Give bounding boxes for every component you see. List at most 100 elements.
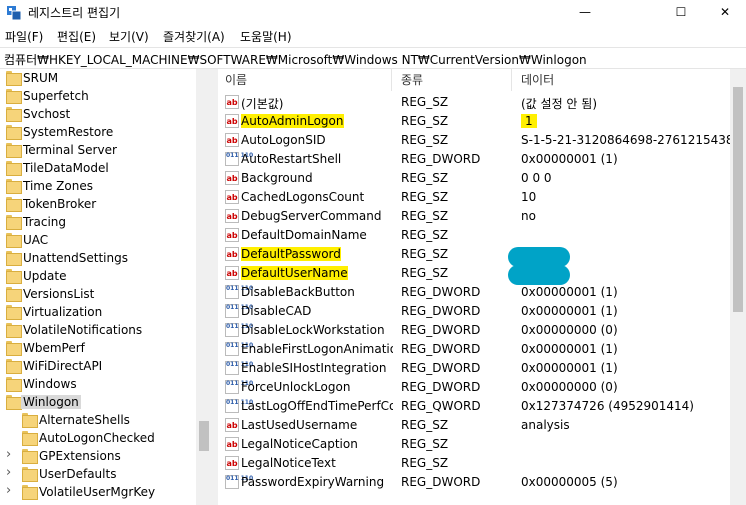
value-data: 0x127374726 (4952901414) <box>521 399 694 413</box>
value-type: REG_DWORD <box>401 361 481 375</box>
tree-item[interactable]: Tracing <box>0 213 196 231</box>
tree-item[interactable]: VolatileNotifications <box>0 321 196 339</box>
tree-child-item[interactable]: › GPExtensions <box>0 447 196 465</box>
folder-icon <box>6 71 22 86</box>
tree-item[interactable]: Windows <box>0 375 196 393</box>
value-row[interactable]: 011 110 ForceUnlockLogon REG_DWORD 0x000000… <box>219 378 746 397</box>
string-value-icon: ab <box>225 171 239 185</box>
values-scrollbar-thumb[interactable] <box>733 87 743 312</box>
tree-item[interactable]: Winlogon <box>0 393 196 411</box>
tree-item-label: Winlogon <box>21 395 81 409</box>
value-row[interactable]: ab LegalNoticeCaption REG_SZ <box>219 435 746 454</box>
value-type: REG_SZ <box>401 114 449 128</box>
tree-child-item[interactable]: AutoLogonChecked <box>0 429 196 447</box>
value-row[interactable]: ab AutoLogonSID REG_SZ S-1-5-21-3120864698-… <box>219 131 746 150</box>
address-bar[interactable]: 컴퓨터₩HKEY_LOCAL_MACHINE₩SOFTWARE₩Microsof… <box>0 47 746 69</box>
minimize-button[interactable]: — <box>562 0 608 24</box>
window-title: 레지스트리 편집기 <box>28 6 121 20</box>
tree-item[interactable]: Time Zones <box>0 177 196 195</box>
value-row[interactable]: ab DefaultDomainName REG_SZ <box>219 226 746 245</box>
tree-item[interactable]: Virtualization <box>0 303 196 321</box>
value-type: REG_SZ <box>401 247 449 261</box>
menu-edit[interactable]: 편집(E) <box>57 28 96 45</box>
menu-favorites[interactable]: 즐겨찾기(A) <box>163 28 225 45</box>
tree-item[interactable]: UAC <box>0 231 196 249</box>
menu-view[interactable]: 보기(V) <box>109 28 149 45</box>
expand-chevron-icon[interactable]: › <box>6 465 11 480</box>
expand-chevron-icon[interactable]: › <box>6 447 11 462</box>
value-row[interactable]: 011 110 DisableBackButton REG_DWORD 0x00000… <box>219 283 746 302</box>
value-row[interactable]: ab DebugServerCommand REG_SZ no <box>219 207 746 226</box>
value-type: REG_SZ <box>401 456 449 470</box>
redacted-password-mark <box>508 247 570 267</box>
value-type: REG_SZ <box>401 437 449 451</box>
value-row[interactable]: 011 110 AutoRestartShell REG_DWORD 0x000000… <box>219 150 746 169</box>
value-row[interactable]: 011 110 EnableSIHostIntegration REG_DWORD 0… <box>219 359 746 378</box>
tree-item-label: VolatileNotifications <box>23 323 143 337</box>
column-header-name[interactable]: 이름 <box>225 71 247 88</box>
folder-icon <box>6 197 22 212</box>
tree-item[interactable]: Terminal Server <box>0 141 196 159</box>
column-divider[interactable] <box>391 69 392 91</box>
value-type: REG_DWORD <box>401 285 481 299</box>
tree-item[interactable]: SystemRestore <box>0 123 196 141</box>
value-type: REG_DWORD <box>401 323 481 337</box>
tree-scrollbar-thumb[interactable] <box>199 421 209 451</box>
column-header-type[interactable]: 종류 <box>401 71 423 88</box>
tree-scrollbar[interactable] <box>196 69 212 505</box>
menu-help[interactable]: 도움말(H) <box>240 28 292 45</box>
value-row[interactable]: ab Background REG_SZ 0 0 0 <box>219 169 746 188</box>
tree-item-label: WiFiDirectAPI <box>23 359 103 373</box>
value-row[interactable]: 011 110 EnableFirstLogonAnimation REG_DWOR… <box>219 340 746 359</box>
tree-item[interactable]: Update <box>0 267 196 285</box>
tree-item[interactable]: TokenBroker <box>0 195 196 213</box>
tree-item[interactable]: UnattendSettings <box>0 249 196 267</box>
tree-item-label: Windows <box>23 377 77 391</box>
values-list: 이름 종류 데이터 ab (기본값) REG_SZ (값 설정 안 됨) ab AutoA… <box>219 69 746 505</box>
string-value-icon: ab <box>225 133 239 147</box>
tree-item-label: SRUM <box>23 71 59 85</box>
tree-child-item[interactable]: › UserDefaults <box>0 465 196 483</box>
value-row[interactable]: 011 110 PasswordExpiryWarning REG_DWORD 0x0… <box>219 473 746 492</box>
value-row[interactable]: ab AutoAdminLogon REG_SZ 1 <box>219 112 746 131</box>
value-row[interactable]: ab CachedLogonsCount REG_SZ 10 <box>219 188 746 207</box>
value-row[interactable]: 011 110 DisableLockWorkstation REG_DWORD 0x… <box>219 321 746 340</box>
string-value-icon: ab <box>225 247 239 261</box>
folder-icon <box>6 89 22 104</box>
binary-value-icon: 011 110 <box>225 152 253 166</box>
value-row[interactable]: 011 110 DisableCAD REG_DWORD 0x00000001 (1) <box>219 302 746 321</box>
close-button[interactable]: ✕ <box>704 0 746 24</box>
folder-icon <box>6 233 22 248</box>
values-scrollbar[interactable] <box>730 69 746 505</box>
value-data: S-1-5-21-3120864698-2761215438-4 <box>521 133 746 147</box>
expand-chevron-icon[interactable]: › <box>6 483 11 498</box>
folder-icon <box>22 431 38 446</box>
tree-item[interactable]: WiFiDirectAPI <box>0 357 196 375</box>
menu-file[interactable]: 파일(F) <box>5 28 43 45</box>
value-row[interactable]: ab DefaultUserName REG_SZ <box>219 264 746 283</box>
tree-item[interactable]: Svchost <box>0 105 196 123</box>
tree-item-label: UserDefaults <box>39 467 117 481</box>
folder-icon <box>6 323 22 338</box>
column-divider[interactable] <box>511 69 512 91</box>
tree-item-label: Svchost <box>23 107 71 121</box>
folder-icon <box>6 395 22 410</box>
value-row[interactable]: ab DefaultPassword REG_SZ <box>219 245 746 264</box>
tree-item[interactable]: SRUM <box>0 69 196 87</box>
tree-child-item[interactable]: › VolatileUserMgrKey <box>0 483 196 501</box>
column-header-data[interactable]: 데이터 <box>521 71 554 88</box>
value-row[interactable]: ab (기본값) REG_SZ (값 설정 안 됨) <box>219 93 746 112</box>
tree-item-label: Terminal Server <box>23 143 117 157</box>
value-row[interactable]: ab LastUsedUsername REG_SZ analysis <box>219 416 746 435</box>
tree-item[interactable]: VersionsList <box>0 285 196 303</box>
tree-item[interactable]: TileDataModel <box>0 159 196 177</box>
value-type: REG_SZ <box>401 95 449 109</box>
tree-item[interactable]: WbemPerf <box>0 339 196 357</box>
value-row[interactable]: ab LegalNoticeText REG_SZ <box>219 454 746 473</box>
tree-item[interactable]: Superfetch <box>0 87 196 105</box>
maximize-button[interactable]: ☐ <box>658 0 704 24</box>
value-row[interactable]: 011 110 LastLogOffEndTimePerfCo... REG_QWO… <box>219 397 746 416</box>
pane-splitter[interactable] <box>212 69 218 505</box>
folder-icon <box>6 359 22 374</box>
tree-child-item[interactable]: AlternateShells <box>0 411 196 429</box>
